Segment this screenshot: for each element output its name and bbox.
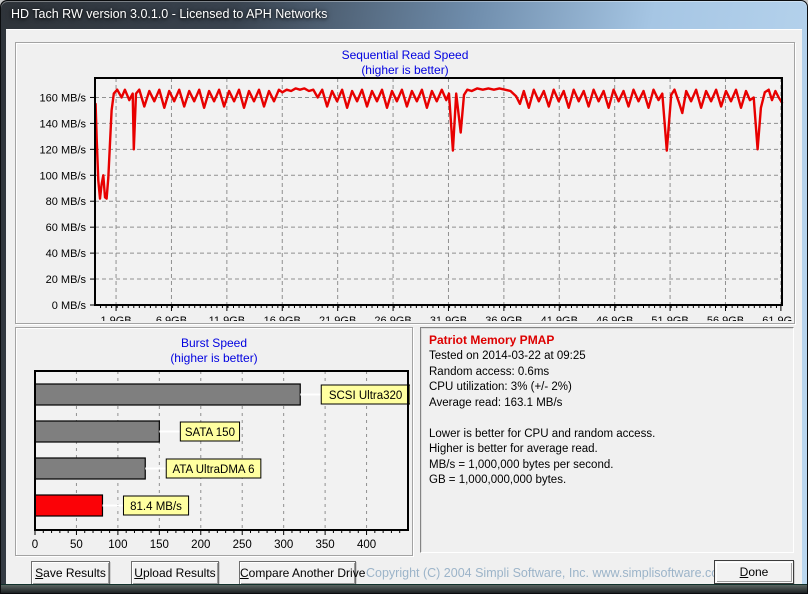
sequential-read-title: Sequential Read Speed (higher is better) <box>16 48 794 78</box>
save-results-button[interactable]: Save Results <box>31 561 110 585</box>
svg-text:0 MB/s: 0 MB/s <box>52 300 87 312</box>
svg-text:56.9GB: 56.9GB <box>707 315 744 321</box>
svg-text:36.9GB: 36.9GB <box>485 315 522 321</box>
info-line: Higher is better for average read. <box>429 443 598 455</box>
window-title: HD Tach RW version 3.0.1.0 - Licensed to… <box>11 7 328 21</box>
sequential-read-chart: 0 MB/s 20 MB/s 40 MB/s 60 MB/s 80 MB/s 100 MB… <box>40 77 800 327</box>
chart-title-line2: (higher is better) <box>361 63 449 77</box>
svg-text:80 MB/s: 80 MB/s <box>46 196 87 208</box>
sequential-read-panel: Sequential Read Speed (higher is better)… <box>15 42 800 327</box>
info-line: MB/s = 1,000,000 bytes per second. <box>429 458 614 471</box>
drive-name: Patriot Memory PMAP <box>429 333 555 347</box>
svg-text:200: 200 <box>191 539 210 551</box>
svg-text:41.9GB: 41.9GB <box>541 315 578 321</box>
window-bottom-border <box>1 584 807 593</box>
svg-text:51.9GB: 51.9GB <box>651 315 688 321</box>
svg-text:140 MB/s: 140 MB/s <box>40 118 87 130</box>
svg-text:160 MB/s: 160 MB/s <box>40 92 87 104</box>
svg-text:16.9GB: 16.9GB <box>264 315 301 321</box>
burst-speed-title: Burst Speed (higher is better) <box>16 336 412 366</box>
info-line: Average read: 163.1 MB/s <box>429 396 563 409</box>
svg-text:SCSI Ultra320: SCSI Ultra320 <box>329 390 403 402</box>
svg-text:250: 250 <box>233 539 252 551</box>
info-line: GB = 1,000,000,000 bytes. <box>429 474 567 486</box>
burst-speed-panel: Burst Speed (higher is better) 0 50 100 150… <box>15 327 413 556</box>
svg-text:26.9GB: 26.9GB <box>374 315 411 321</box>
info-line <box>429 411 793 427</box>
svg-text:81.4 MB/s: 81.4 MB/s <box>130 501 182 513</box>
compare-another-drive-button[interactable]: Compare Another Drive <box>239 561 365 585</box>
info-line: Tested on 2014-03-22 at 09:25 <box>429 350 586 362</box>
svg-text:6.9GB: 6.9GB <box>156 315 187 321</box>
chart-title-line2: (higher is better) <box>170 351 258 365</box>
svg-text:150: 150 <box>150 539 169 551</box>
svg-text:20 MB/s: 20 MB/s <box>46 274 87 286</box>
svg-text:100 MB/s: 100 MB/s <box>40 170 87 182</box>
info-line: CPU utilization: 3% (+/- 2%) <box>429 381 572 393</box>
client-area: Sequential Read Speed (higher is better)… <box>6 29 802 586</box>
info-line: Lower is better for CPU and random acces… <box>429 427 656 440</box>
svg-text:350: 350 <box>316 539 335 551</box>
app-window: HD Tach RW version 3.0.1.0 - Licensed to… <box>0 0 808 594</box>
svg-text:61.9GB: 61.9GB <box>762 315 792 321</box>
drive-info-text: Tested on 2014-03-22 at 09:25 Random acce… <box>429 349 793 489</box>
svg-text:31.9GB: 31.9GB <box>430 315 467 321</box>
upload-results-button[interactable]: Upload Results <box>131 561 219 585</box>
svg-text:ATA UltraDMA 6: ATA UltraDMA 6 <box>173 464 255 476</box>
svg-text:11.9GB: 11.9GB <box>209 315 246 321</box>
svg-text:0: 0 <box>32 539 38 551</box>
svg-text:21.9GB: 21.9GB <box>319 315 356 321</box>
info-line: Random access: 0.6ms <box>429 365 550 378</box>
svg-text:1.9GB: 1.9GB <box>100 315 131 321</box>
drive-info-panel: Patriot Memory PMAP Tested on 2014-03-22… <box>420 327 794 553</box>
svg-text:120 MB/s: 120 MB/s <box>40 144 87 156</box>
svg-text:300: 300 <box>274 539 293 551</box>
svg-text:46.9GB: 46.9GB <box>596 315 633 321</box>
chart-title-line1: Burst Speed <box>180 336 248 350</box>
chart-title-line1: Sequential Read Speed <box>341 48 469 62</box>
window-titlebar[interactable]: HD Tach RW version 3.0.1.0 - Licensed to… <box>1 1 807 29</box>
svg-text:400: 400 <box>357 539 376 551</box>
copyright-text: Copyright (C) 2004 Simpli Software, Inc.… <box>366 566 729 580</box>
svg-text:50: 50 <box>70 539 83 551</box>
done-button[interactable]: Done <box>714 560 794 584</box>
screen: HD Tach RW version 3.0.1.0 - Licensed to… <box>0 0 808 594</box>
svg-text:SATA 150: SATA 150 <box>185 427 235 439</box>
svg-text:60 MB/s: 60 MB/s <box>46 222 87 234</box>
svg-text:40 MB/s: 40 MB/s <box>46 248 87 260</box>
svg-text:100: 100 <box>108 539 127 551</box>
